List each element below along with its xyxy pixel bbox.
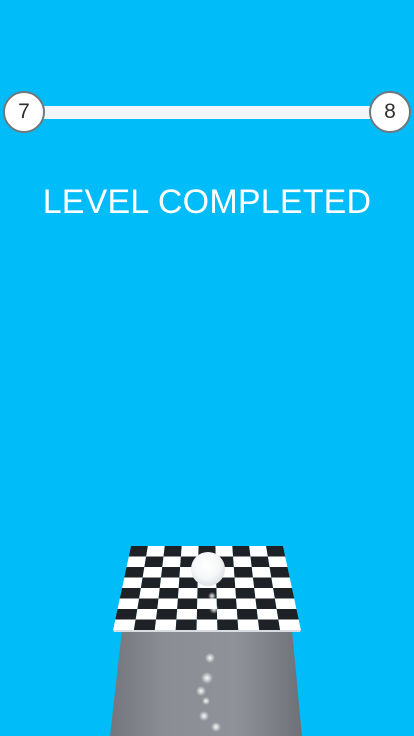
game-scene-canvas[interactable] <box>0 520 414 736</box>
checker-tile <box>180 546 199 557</box>
checker-tile <box>254 588 275 599</box>
level-progress-bar <box>24 106 390 119</box>
checker-tile <box>235 588 256 599</box>
checker-tile <box>255 598 277 609</box>
checker-tile <box>161 567 181 578</box>
checker-tile <box>128 546 148 557</box>
checker-tile <box>251 567 272 578</box>
checker-tile <box>146 546 165 557</box>
checker-tile <box>119 588 141 599</box>
checker-tile <box>276 609 299 620</box>
trail-dot <box>202 697 210 705</box>
platform-edge <box>113 630 301 632</box>
ball-icon <box>191 552 225 586</box>
checker-tile <box>267 556 288 567</box>
checker-tile <box>234 577 255 588</box>
checker-tile <box>216 598 237 609</box>
checker-tile <box>256 609 279 620</box>
checker-tile <box>159 577 180 588</box>
checker-tile <box>215 546 234 557</box>
checker-tile <box>232 546 251 557</box>
checker-tile <box>115 609 138 620</box>
checker-tile <box>252 577 274 588</box>
checker-tile <box>158 588 179 599</box>
checker-tile <box>156 609 178 620</box>
trail-dot <box>211 722 221 732</box>
checker-tile <box>233 556 252 567</box>
checker-tile <box>137 598 159 609</box>
checker-tile <box>122 577 143 588</box>
checker-tile <box>274 598 297 609</box>
checker-tile <box>257 619 281 630</box>
checker-tile <box>126 556 147 567</box>
checker-tile <box>124 567 145 578</box>
checker-tile <box>237 619 260 630</box>
checker-tile <box>133 619 157 630</box>
trail-dot <box>209 604 219 614</box>
level-progress-hud: 7 8 LEVEL COMPLETED <box>0 0 414 240</box>
checker-tile <box>278 619 301 630</box>
checker-tile <box>144 556 164 567</box>
checker-tile <box>113 619 136 630</box>
checker-tile <box>139 588 160 599</box>
checker-tile <box>236 609 258 620</box>
checker-tile <box>266 546 286 557</box>
game-scene[interactable] <box>0 520 414 736</box>
checker-tile <box>216 609 238 620</box>
checker-tile <box>196 619 218 630</box>
current-level-badge: 7 <box>3 91 45 133</box>
trail-dot <box>201 672 213 684</box>
checker-tile <box>142 567 163 578</box>
trail-dot <box>205 653 215 663</box>
level-completed-title: LEVEL COMPLETED <box>42 183 372 221</box>
checker-tile <box>249 546 268 557</box>
checker-tile <box>233 567 253 578</box>
checker-tile <box>273 588 295 599</box>
checker-tile <box>216 588 237 599</box>
trail-dot <box>208 592 216 600</box>
checker-tile <box>140 577 162 588</box>
checker-tile <box>177 598 198 609</box>
checker-tile <box>163 546 182 557</box>
checker-tile <box>157 598 178 609</box>
checker-tile <box>135 609 158 620</box>
checker-tile <box>175 619 197 630</box>
checker-tile <box>250 556 270 567</box>
trail-dot <box>199 711 209 721</box>
checker-tile <box>217 619 239 630</box>
next-level-badge: 8 <box>369 91 411 133</box>
checker-tile <box>117 598 140 609</box>
checker-tile <box>154 619 177 630</box>
checker-tile <box>269 567 290 578</box>
trail-dot <box>196 686 206 696</box>
checker-tile <box>271 577 292 588</box>
checker-tile <box>177 588 198 599</box>
checker-tile <box>236 598 257 609</box>
checker-tile <box>176 609 198 620</box>
checker-tile <box>162 556 181 567</box>
level-progress-fill <box>24 106 390 119</box>
